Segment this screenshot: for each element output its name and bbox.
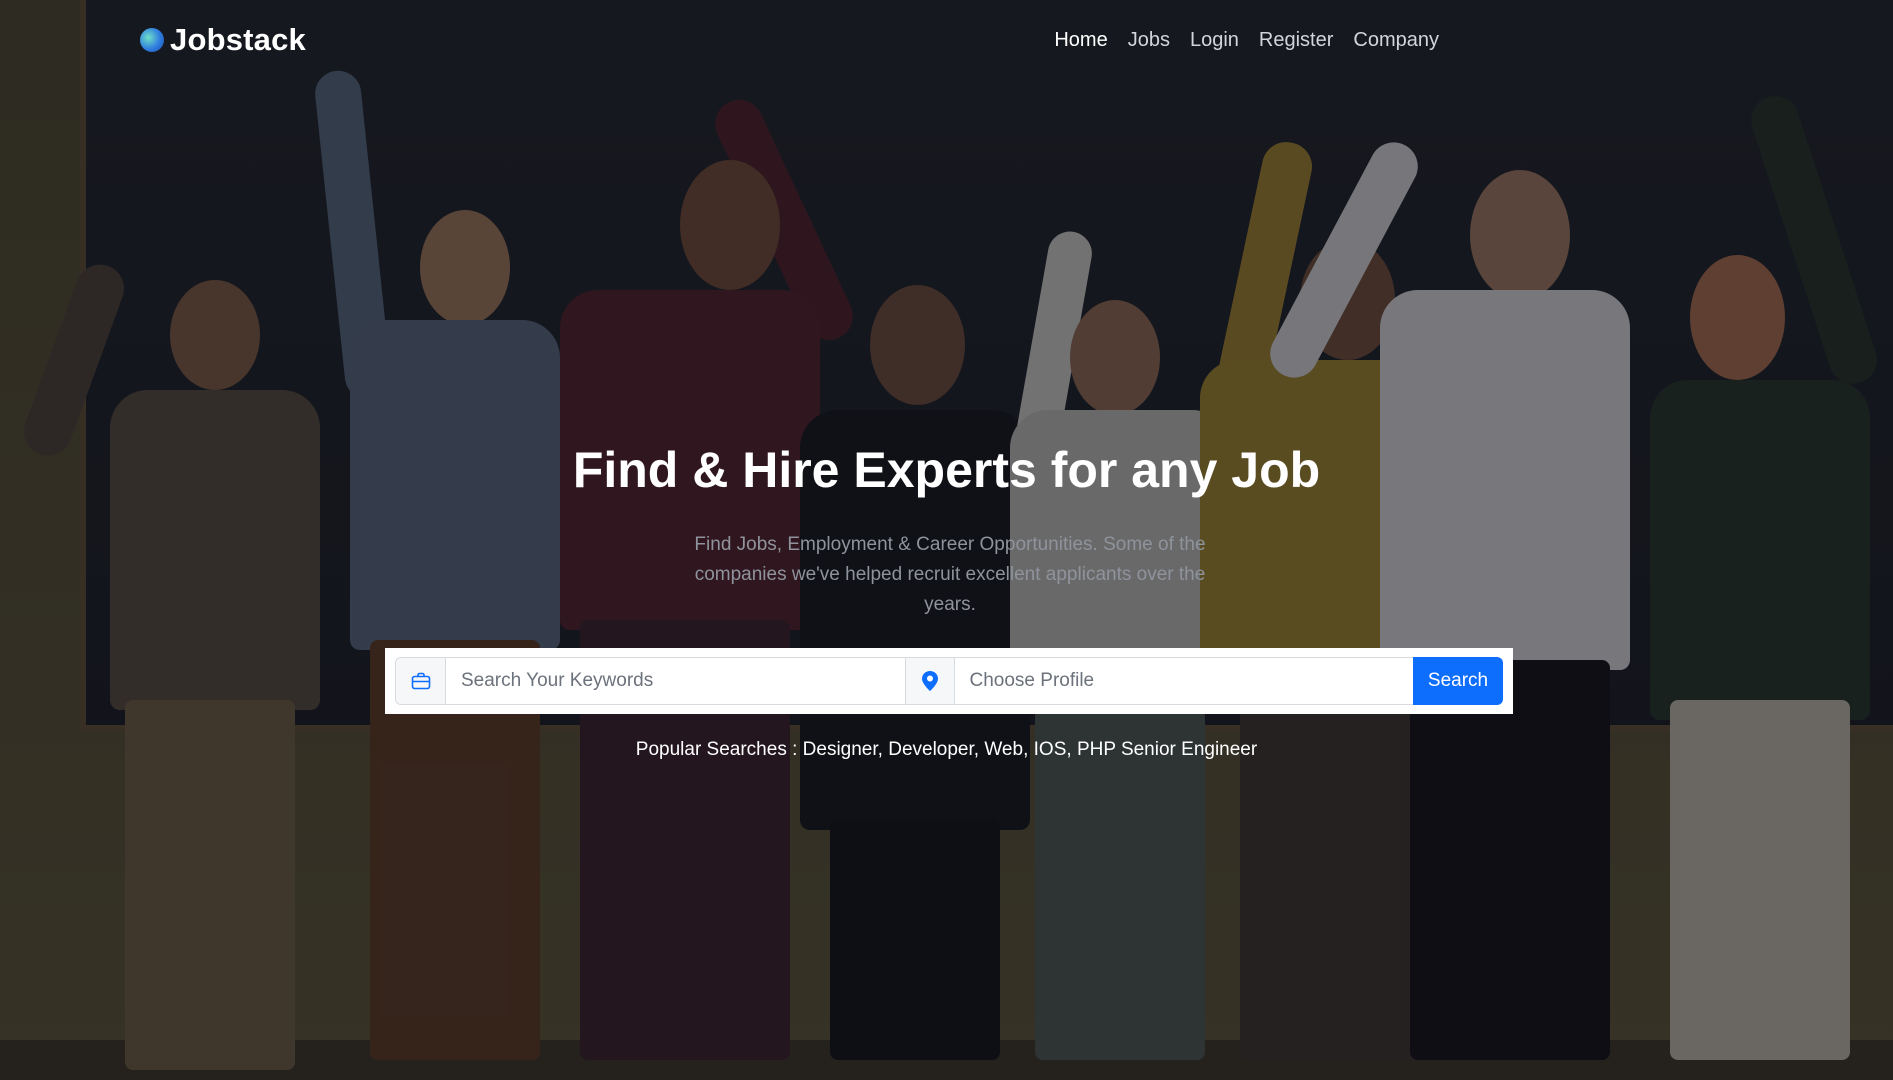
brand-logo[interactable]: Jobstack [140,20,306,60]
search-input-group: Search [395,657,1503,705]
hero-subtitle: Find Jobs, Employment & Career Opportuni… [694,534,1206,615]
hero-title: Find & Hire Experts for any Job [572,442,1321,498]
popular-search-link[interactable]: IOS [1034,739,1067,760]
logo-icon [140,28,164,52]
profile-search-input[interactable] [954,658,1413,704]
brand-name: Jobstack [170,22,306,57]
nav-item-company[interactable]: Company [1343,22,1449,58]
briefcase-icon [396,658,446,704]
popular-search-link[interactable]: Developer [888,739,974,760]
nav-item-login[interactable]: Login [1180,22,1249,58]
popular-searches: Popular Searches : Designer, Developer, … [635,739,1258,760]
nav-item-home[interactable]: Home [1044,22,1117,58]
popular-search-link[interactable]: Designer [803,739,878,760]
nav-item-register[interactable]: Register [1249,22,1343,58]
nav-menu: Home Jobs Login Register Company [1044,22,1449,58]
nav-item-jobs[interactable]: Jobs [1118,22,1180,58]
search-button[interactable]: Search [1413,657,1503,705]
popular-search-link[interactable]: Web [984,739,1023,760]
top-navbar: Jobstack Home Jobs Login Register Compan… [0,0,1893,80]
keyword-search-input[interactable] [446,658,905,704]
map-pin-icon [904,658,955,704]
search-bar: Search [385,648,1513,714]
popular-searches-label: Popular Searches : [635,739,798,760]
popular-search-link[interactable]: PHP Senior Engineer [1077,739,1257,760]
